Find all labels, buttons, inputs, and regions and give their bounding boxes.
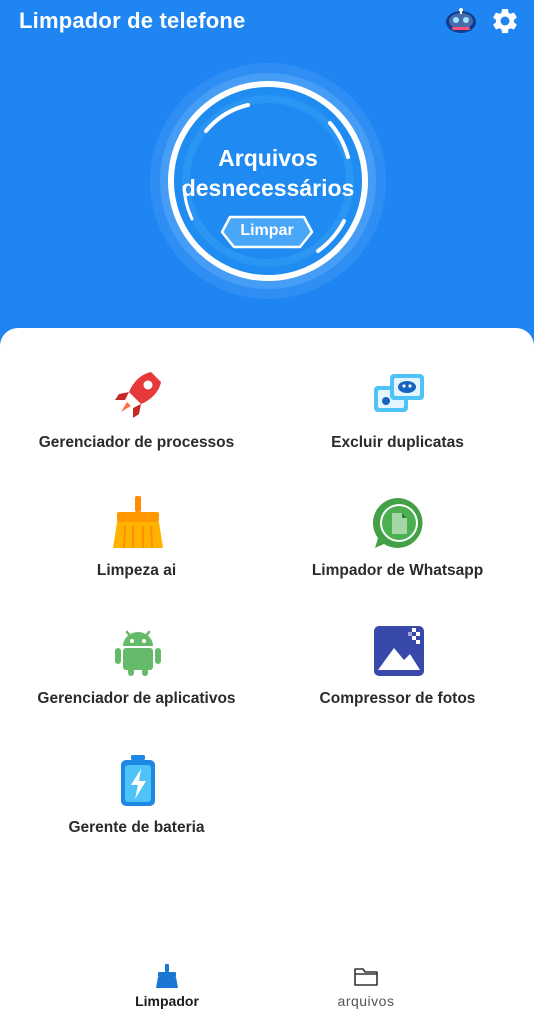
- nav-tab-label: arquivos: [337, 993, 395, 1009]
- gear-icon: [493, 8, 517, 34]
- battery-manager-tool[interactable]: Gerente de bateria: [3, 753, 270, 853]
- junk-files-title: Arquivos desnecessários: [181, 145, 355, 201]
- photo-icon: [374, 626, 424, 676]
- process-manager-tool[interactable]: Gerenciador de processos: [3, 368, 270, 468]
- app-manager-tool[interactable]: Gerenciador de aplicativos: [3, 624, 270, 724]
- robot-icon: [446, 8, 476, 33]
- whatsapp-icon: [372, 497, 423, 548]
- bottom-navigation: Limpador arquivos: [0, 955, 534, 1023]
- photo-compressor-tool[interactable]: Compressor de fotos: [264, 624, 531, 724]
- tool-label: Limpeza ai: [96, 562, 177, 579]
- tool-label: Limpador de Whatsapp: [311, 562, 484, 579]
- header: Limpador de telefone Arquivos desnecessá…: [0, 0, 534, 345]
- tool-label: Gerenciador de processos: [38, 434, 235, 451]
- nav-tab-cleaner[interactable]: Limpador: [67, 955, 267, 1017]
- app-title: Limpador de telefone: [19, 8, 246, 33]
- duplicate-icon: [374, 374, 424, 412]
- folder-icon: [354, 968, 378, 986]
- clean-button-label: Limpar: [240, 222, 294, 239]
- tool-label: Gerente de bateria: [68, 819, 205, 836]
- ai-cleaning-tool[interactable]: Limpeza ai: [3, 496, 270, 596]
- broom-icon: [113, 496, 163, 549]
- nav-tab-files[interactable]: arquivos: [266, 955, 466, 1017]
- broom-icon: [156, 964, 178, 988]
- nav-tab-label: Limpador: [135, 993, 199, 1009]
- tool-label: Excluir duplicatas: [331, 434, 464, 451]
- robot-assistant-button[interactable]: [444, 6, 478, 36]
- battery-icon: [121, 755, 155, 806]
- whatsapp-cleaner-tool[interactable]: Limpador de Whatsapp: [264, 496, 531, 596]
- tool-label: Compressor de fotos: [319, 690, 476, 707]
- tools-panel: Gerenciador de processos Excluir duplica…: [0, 328, 534, 1023]
- settings-button[interactable]: [490, 6, 520, 36]
- clean-button[interactable]: Limpar: [220, 213, 314, 251]
- android-icon: [115, 630, 161, 676]
- tool-label: Gerenciador de aplicativos: [37, 690, 236, 707]
- remove-duplicates-tool[interactable]: Excluir duplicatas: [264, 368, 531, 468]
- junk-files-scanner[interactable]: Arquivos desnecessários Limpar: [148, 61, 388, 301]
- rocket-icon: [115, 372, 161, 418]
